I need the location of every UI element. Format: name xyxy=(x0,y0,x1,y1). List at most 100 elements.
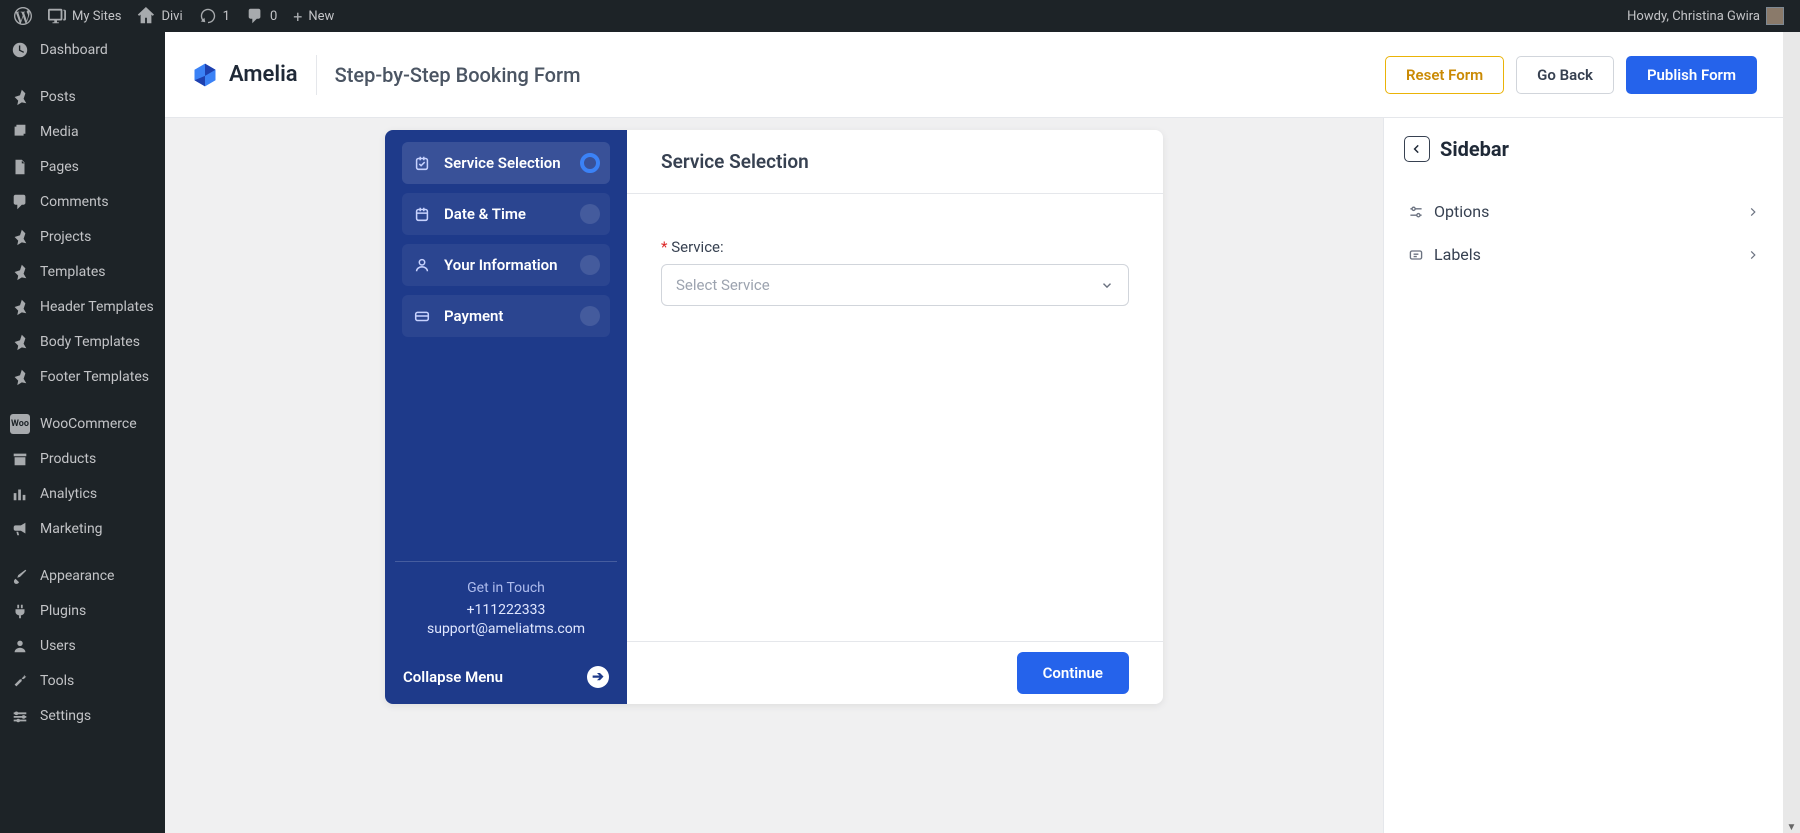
menu-tools[interactable]: Tools xyxy=(0,663,165,698)
mysites-label: My Sites xyxy=(72,9,121,24)
updates-count: 1 xyxy=(223,9,230,24)
contact-title: Get in Touch xyxy=(395,580,617,596)
menu-pages[interactable]: Pages xyxy=(0,149,165,184)
chart-icon xyxy=(10,484,30,504)
menu-settings[interactable]: Settings xyxy=(0,698,165,733)
wp-adminbar: My Sites Divi 1 0 + New Howdy, Christin xyxy=(0,0,1800,32)
properties-panel: Sidebar Options Labels xyxy=(1383,118,1783,833)
menu-label: Products xyxy=(40,451,96,467)
collapse-label: Collapse Menu xyxy=(403,668,503,686)
comment-icon xyxy=(10,192,30,212)
menu-label: Templates xyxy=(40,264,106,280)
pin-icon xyxy=(10,87,30,107)
chevron-right-icon xyxy=(1747,206,1759,218)
menu-label: Projects xyxy=(40,229,91,245)
plugin-icon xyxy=(10,601,30,621)
menu-dashboard[interactable]: Dashboard xyxy=(0,32,165,67)
contact-phone: +111222333 xyxy=(395,602,617,618)
woo-icon: Woo xyxy=(10,414,30,434)
howdy-label: Howdy, Christina Gwira xyxy=(1627,9,1760,24)
select-placeholder: Select Service xyxy=(676,276,770,294)
new-link[interactable]: + New xyxy=(285,0,342,32)
menu-label: Plugins xyxy=(40,603,86,619)
page-title: Step-by-Step Booking Form xyxy=(335,63,581,87)
section-heading: Service Selection xyxy=(627,130,1163,194)
menu-label: Marketing xyxy=(40,521,103,537)
menu-appearance[interactable]: Appearance xyxy=(0,558,165,593)
menu-label: WooCommerce xyxy=(40,416,137,432)
booking-form-preview: Service Selection Date & Time Your Infor… xyxy=(385,130,1163,704)
archive-icon xyxy=(10,449,30,469)
continue-button[interactable]: Continue xyxy=(1017,652,1129,694)
menu-templates[interactable]: Templates xyxy=(0,254,165,289)
service-select[interactable]: Select Service xyxy=(661,264,1129,306)
menu-users[interactable]: Users xyxy=(0,628,165,663)
avatar xyxy=(1766,7,1784,25)
panel-item-options[interactable]: Options xyxy=(1404,190,1763,233)
contact-email: support@ameliatms.com xyxy=(395,621,617,637)
menu-label: Settings xyxy=(40,708,91,724)
comment-icon xyxy=(246,7,264,25)
menu-plugins[interactable]: Plugins xyxy=(0,593,165,628)
menu-footer-templates[interactable]: Footer Templates xyxy=(0,359,165,394)
collapse-menu-button[interactable]: Collapse Menu ➔ xyxy=(395,654,617,694)
menu-products[interactable]: Products xyxy=(0,441,165,476)
menu-label: Analytics xyxy=(40,486,97,502)
menu-label: Tools xyxy=(40,673,74,689)
panel-item-label: Options xyxy=(1434,202,1489,221)
sliders-icon xyxy=(1408,204,1424,220)
step-indicator xyxy=(580,255,600,275)
step-indicator xyxy=(580,306,600,326)
publish-form-button[interactable]: Publish Form xyxy=(1626,56,1757,94)
settings-icon xyxy=(10,706,30,726)
menu-analytics[interactable]: Analytics xyxy=(0,476,165,511)
panel-item-label: Labels xyxy=(1434,245,1481,264)
menu-comments[interactable]: Comments xyxy=(0,184,165,219)
user-account-link[interactable]: Howdy, Christina Gwira xyxy=(1619,0,1792,32)
step-service-selection[interactable]: Service Selection xyxy=(402,142,610,184)
amelia-logo-icon xyxy=(191,61,219,89)
panel-item-labels[interactable]: Labels xyxy=(1404,233,1763,276)
comments-count: 0 xyxy=(270,9,277,24)
step-label: Your Information xyxy=(444,256,558,274)
plus-icon: + xyxy=(293,7,302,26)
contact-block: Get in Touch +111222333 support@ameliatm… xyxy=(395,561,617,654)
updates-link[interactable]: 1 xyxy=(191,0,238,32)
chevron-left-icon xyxy=(1411,143,1423,155)
panel-back-button[interactable] xyxy=(1404,136,1430,162)
site-link[interactable]: Divi xyxy=(129,0,190,32)
menu-media[interactable]: Media xyxy=(0,114,165,149)
step-date-time[interactable]: Date & Time xyxy=(402,193,610,235)
service-icon xyxy=(412,153,432,173)
menu-marketing[interactable]: Marketing xyxy=(0,511,165,546)
home-icon xyxy=(137,7,155,25)
comments-link[interactable]: 0 xyxy=(238,0,285,32)
step-your-information[interactable]: Your Information xyxy=(402,244,610,286)
content-area: Amelia Step-by-Step Booking Form Reset F… xyxy=(165,32,1783,833)
menu-header-templates[interactable]: Header Templates xyxy=(0,289,165,324)
reset-form-button[interactable]: Reset Form xyxy=(1385,56,1504,94)
menu-posts[interactable]: Posts xyxy=(0,79,165,114)
dashboard-icon xyxy=(10,40,30,60)
menu-projects[interactable]: Projects xyxy=(0,219,165,254)
chevron-right-icon xyxy=(1747,249,1759,261)
service-field-label: * Service: xyxy=(661,238,1129,256)
go-back-button[interactable]: Go Back xyxy=(1516,56,1614,94)
amelia-header: Amelia Step-by-Step Booking Form Reset F… xyxy=(165,32,1783,118)
step-indicator-active xyxy=(580,153,600,173)
menu-label: Pages xyxy=(40,159,79,175)
amelia-logo-text: Amelia xyxy=(229,62,298,87)
pin-icon xyxy=(10,332,30,352)
wrench-icon xyxy=(10,671,30,691)
step-label: Service Selection xyxy=(444,154,561,172)
brush-icon xyxy=(10,566,30,586)
mysites-link[interactable]: My Sites xyxy=(40,0,129,32)
step-payment[interactable]: Payment xyxy=(402,295,610,337)
wp-admin-sidebar: Dashboard Posts Media Pages Comments Pro… xyxy=(0,32,165,833)
pin-icon xyxy=(10,297,30,317)
form-canvas: Service Selection Date & Time Your Infor… xyxy=(165,118,1383,833)
menu-body-templates[interactable]: Body Templates xyxy=(0,324,165,359)
wp-logo[interactable] xyxy=(6,0,40,32)
user-icon xyxy=(412,255,432,275)
menu-woocommerce[interactable]: Woo WooCommerce xyxy=(0,406,165,441)
